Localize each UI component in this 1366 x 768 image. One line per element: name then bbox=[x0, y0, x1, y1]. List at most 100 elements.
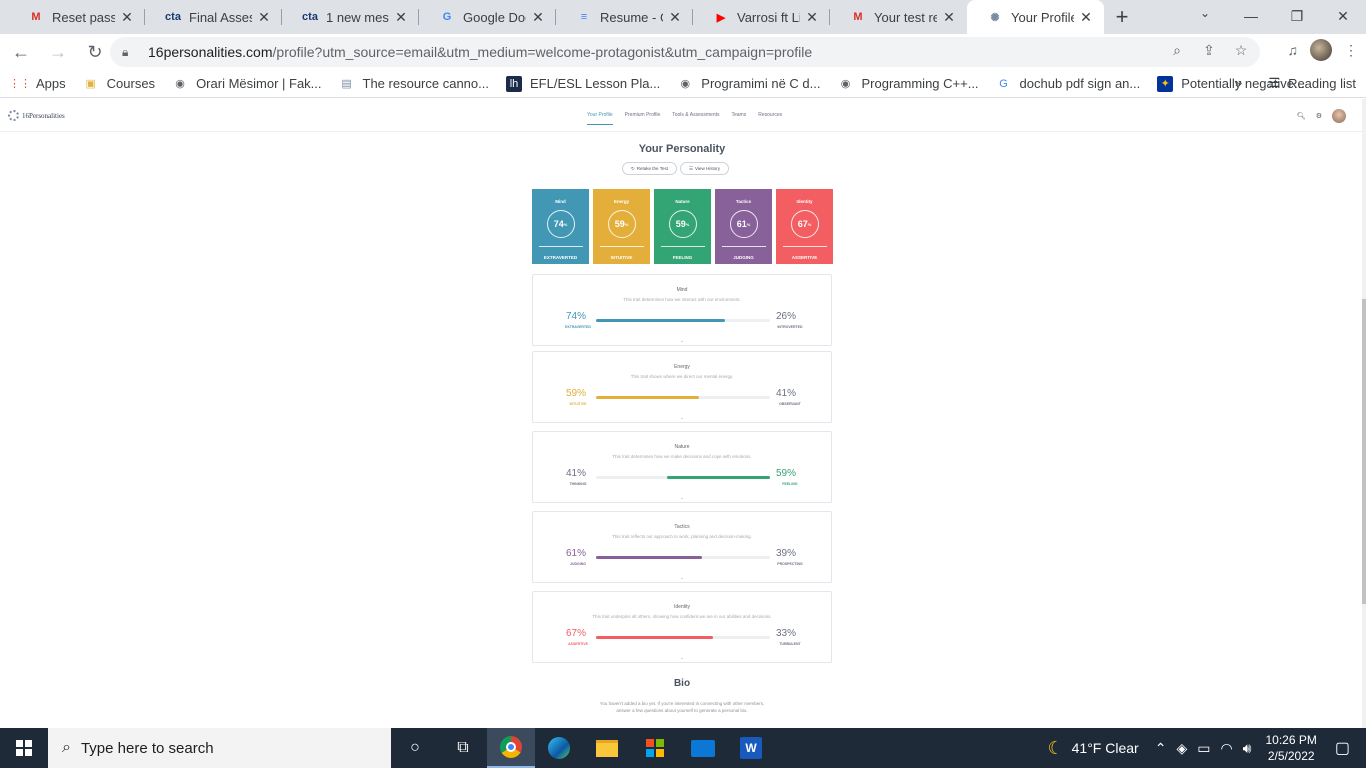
browser-tab[interactable]: cta 1 new messag✕ bbox=[282, 0, 419, 34]
notifications-icon[interactable]: ▢ bbox=[1335, 738, 1350, 758]
site-nav-item[interactable]: Resources bbox=[758, 112, 782, 125]
forward-icon[interactable]: → bbox=[42, 36, 74, 68]
mail-icon[interactable] bbox=[679, 728, 727, 768]
site-nav-item[interactable]: Tools & Assessments bbox=[672, 112, 719, 125]
wifi-icon[interactable]: ◠ bbox=[1220, 740, 1232, 757]
close-tab-icon[interactable]: ✕ bbox=[667, 9, 683, 26]
battery-icon[interactable]: ▭ bbox=[1197, 740, 1210, 757]
browser-tab[interactable]: ≡ Resume - Go✕ bbox=[556, 0, 693, 34]
close-tab-icon[interactable]: ✕ bbox=[1078, 9, 1094, 26]
bio-link[interactable]: answer a few questions about yourself to… bbox=[532, 707, 832, 714]
expand-chevron-icon[interactable]: ⌄ bbox=[677, 575, 687, 581]
card-percent: 67 bbox=[797, 219, 808, 229]
site-avatar[interactable] bbox=[1332, 109, 1346, 123]
close-tab-icon[interactable]: ✕ bbox=[393, 9, 409, 26]
new-tab-button[interactable]: + bbox=[1104, 0, 1140, 34]
trait-bar-fill bbox=[596, 319, 725, 322]
task-view-icon[interactable]: ⧉ bbox=[439, 728, 487, 768]
bookmark-item[interactable]: ◉ Programimi në C d... bbox=[677, 76, 820, 92]
volume-icon[interactable]: 🔊︎ bbox=[1243, 740, 1252, 757]
taskbar-search[interactable]: ⌕ Type here to search bbox=[48, 728, 391, 768]
card-name: Mind bbox=[555, 199, 566, 204]
trait-desc: This trait determines how we interact wi… bbox=[623, 297, 741, 302]
trait-card[interactable]: Identity 67% ASSERTIVE bbox=[776, 189, 833, 264]
expand-chevron-icon[interactable]: ⌄ bbox=[677, 338, 687, 344]
16p-icon: ✺ bbox=[990, 11, 1000, 24]
word-icon[interactable]: W bbox=[727, 728, 775, 768]
chrome-taskbar-icon[interactable] bbox=[487, 728, 535, 768]
site-logo[interactable]: 16Personalities bbox=[8, 110, 65, 121]
weather-widget[interactable]: ☾ 41°F Clear bbox=[1047, 738, 1138, 759]
store-icon[interactable] bbox=[631, 728, 679, 768]
trait-name: Mind bbox=[676, 287, 688, 293]
settings-icon[interactable]: ⚙ bbox=[1316, 112, 1322, 120]
edge-taskbar-icon[interactable] bbox=[535, 728, 583, 768]
bookmark-item[interactable]: ⋮⋮ Apps bbox=[9, 76, 66, 92]
bookmark-item[interactable]: ◉ Programming C++... bbox=[838, 76, 979, 92]
browser-tab[interactable]: M Reset passwo✕ bbox=[8, 0, 145, 34]
chevron-up-icon[interactable]: ⌃ bbox=[1155, 740, 1167, 757]
file-explorer-icon[interactable] bbox=[583, 728, 631, 768]
trait-box: Tactics This trait reflects our approach … bbox=[532, 511, 832, 583]
restore-icon[interactable]: ❐ bbox=[1274, 0, 1320, 32]
reload-icon[interactable]: ↻ bbox=[79, 36, 111, 68]
cortana-icon[interactable]: ○ bbox=[391, 728, 439, 768]
menu-icon[interactable]: ⋮ bbox=[1344, 42, 1358, 59]
site-search-icon[interactable]: 🔍︎ bbox=[1297, 112, 1306, 120]
address-bar[interactable]: 🔒︎ 16personalities.com/profile?utm_sourc… bbox=[110, 37, 1260, 67]
bookmark-item[interactable]: lh EFL/ESL Lesson Pla... bbox=[505, 75, 660, 92]
expand-chevron-icon[interactable]: ⌄ bbox=[677, 495, 687, 501]
expand-chevron-icon[interactable]: ⌄ bbox=[677, 415, 687, 421]
bookmark-item[interactable]: ◉ Orari Mësimor | Fak... bbox=[172, 76, 321, 92]
browser-tab[interactable]: cta Final Assessm✕ bbox=[145, 0, 282, 34]
close-tab-icon[interactable]: ✕ bbox=[119, 9, 135, 26]
browser-tab[interactable]: G Google Docs:✕ bbox=[419, 0, 556, 34]
meet-now-icon[interactable]: ◈ bbox=[1176, 740, 1187, 757]
close-tab-icon[interactable]: ✕ bbox=[256, 9, 272, 26]
expand-chevron-icon[interactable]: ⌄ bbox=[677, 655, 687, 661]
tab-search-icon[interactable]: ⌄ bbox=[1193, 6, 1217, 26]
close-window-icon[interactable]: ✕ bbox=[1320, 0, 1366, 32]
trait-card[interactable]: Nature 59% FEELING bbox=[654, 189, 711, 264]
card-divider bbox=[721, 246, 766, 247]
trait-card[interactable]: Tactics 61% JUDGING bbox=[715, 189, 772, 264]
tab-title: 1 new messag bbox=[326, 9, 389, 25]
site-nav-item[interactable]: Your Profile bbox=[587, 112, 613, 125]
back-icon[interactable]: ← bbox=[5, 36, 37, 68]
browser-tab[interactable]: M Your test resu✕ bbox=[830, 0, 967, 34]
trait-desc: This trait determines how we make decisi… bbox=[612, 454, 752, 459]
close-tab-icon[interactable]: ✕ bbox=[804, 9, 820, 26]
bookmark-item[interactable]: ▣ Courses bbox=[83, 76, 155, 92]
media-control-icon[interactable]: ♫ bbox=[1288, 42, 1299, 58]
history-label: View History bbox=[695, 166, 720, 171]
zoom-search-icon[interactable]: ⌕ bbox=[1168, 42, 1186, 62]
share-icon[interactable]: ⇪ bbox=[1200, 42, 1218, 62]
browser-tab[interactable]: ✺ Your Profile |✕ bbox=[967, 0, 1104, 34]
globe-icon: ◉ bbox=[680, 78, 691, 90]
trait-left-percent: 74% bbox=[566, 311, 587, 322]
card-divider bbox=[599, 246, 644, 247]
trait-left-label: INTUITIVE bbox=[569, 402, 587, 406]
retake-test-button[interactable]: ↻ Retake the Test bbox=[622, 162, 677, 175]
trait-bar-track bbox=[596, 636, 770, 639]
close-tab-icon[interactable]: ✕ bbox=[530, 9, 546, 26]
bookmark-item[interactable]: Gdochub pdf sign an... bbox=[996, 76, 1140, 92]
trait-card[interactable]: Mind 74% EXTRAVERTED bbox=[532, 189, 589, 264]
clock[interactable]: 10:26 PM 2/5/2022 bbox=[1266, 732, 1317, 764]
retake-icon: ↻ bbox=[631, 165, 635, 171]
trait-name: Energy bbox=[674, 364, 690, 370]
profile-avatar[interactable] bbox=[1310, 39, 1332, 61]
view-history-button[interactable]: ☰ View History bbox=[679, 162, 729, 175]
trait-card[interactable]: Energy 59% INTUITIVE bbox=[593, 189, 650, 264]
bookmark-star-icon[interactable]: ☆ bbox=[1232, 42, 1250, 62]
start-button[interactable] bbox=[0, 728, 48, 768]
bookmark-item[interactable]: ▤ The resource canno... bbox=[339, 76, 489, 92]
reading-list-button[interactable]: ☰ Reading list bbox=[1268, 75, 1356, 91]
site-nav-item[interactable]: Teams bbox=[732, 112, 747, 125]
close-tab-icon[interactable]: ✕ bbox=[941, 9, 957, 26]
more-bookmarks-button[interactable]: » bbox=[1235, 75, 1242, 90]
browser-tab[interactable]: ▶ Varrosi ft LiL✕ bbox=[693, 0, 830, 34]
minimize-icon[interactable]: — bbox=[1228, 0, 1274, 32]
scrollbar-thumb[interactable] bbox=[1362, 299, 1366, 604]
site-nav-item[interactable]: Premium Profile bbox=[625, 112, 661, 125]
